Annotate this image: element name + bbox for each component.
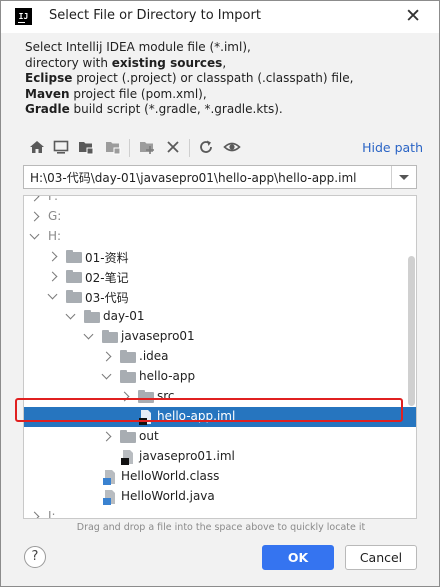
delete-icon[interactable] [163, 137, 183, 157]
description-line-4: Maven project file (pom.xml), [25, 86, 207, 101]
tree-row[interactable]: 03-代码 [24, 287, 416, 307]
chevron-down-icon[interactable] [29, 229, 40, 240]
tree-row-label: 03-代码 [85, 291, 129, 305]
hide-path-link[interactable]: Hide path [362, 140, 423, 155]
tree-row[interactable]: 01-资料 [24, 247, 416, 267]
tree-row[interactable]: HelloWorld.class [24, 467, 416, 487]
tree-row-label: H: [48, 229, 62, 243]
chevron-right-icon[interactable] [101, 351, 112, 362]
cancel-button[interactable]: Cancel [345, 545, 417, 570]
path-combobox[interactable] [23, 165, 417, 189]
folder-icon [66, 290, 82, 303]
folder-icon [120, 430, 136, 443]
description-line-3: Eclipse project (.project) or classpath … [25, 71, 354, 85]
chevron-right-icon[interactable] [29, 211, 40, 222]
chevron-right-icon[interactable] [29, 511, 40, 518]
show-hidden-icon[interactable] [222, 137, 242, 157]
tree-scrollbar[interactable] [408, 256, 415, 406]
tree-row-label: javasepro01 [121, 329, 195, 343]
intellij-logo-icon: IJ [15, 8, 32, 25]
tree-row[interactable]: day-01 [24, 307, 416, 327]
tree-row-label: HelloWorld.class [121, 469, 220, 483]
annotation-highlight-box [15, 398, 403, 422]
toolbar: Hide path [23, 137, 423, 159]
import-dialog: IJ Select File or Directory to Import ✕ … [0, 0, 440, 587]
toolbar-separator [129, 139, 130, 157]
new-folder-icon[interactable] [137, 137, 157, 157]
title-bar: IJ Select File or Directory to Import ✕ [1, 1, 439, 33]
class-file-icon [102, 469, 118, 485]
tree-row[interactable]: javasepro01 [24, 327, 416, 347]
tree-row[interactable]: out [24, 427, 416, 447]
file-tree[interactable]: I: HelloWorld.java HelloWorld.class javasep… [23, 195, 417, 519]
tree-row[interactable]: G: [24, 207, 416, 227]
refresh-icon[interactable] [196, 137, 216, 157]
toolbar-separator [189, 139, 190, 157]
tree-row-label: javasepro01.iml [139, 449, 235, 463]
tree-row[interactable]: I: [24, 507, 416, 519]
project-folder-icon[interactable] [76, 137, 96, 157]
tree-row-label: .idea [139, 349, 169, 363]
chevron-right-icon[interactable] [101, 431, 112, 442]
tree-row[interactable]: H: [24, 227, 416, 247]
chevron-down-icon[interactable] [65, 309, 76, 320]
folder-icon [66, 270, 82, 283]
dialog-title: Select File or Directory to Import [49, 8, 261, 23]
tree-row-label: I: [48, 509, 56, 519]
tree-row-label: 02-笔记 [85, 271, 129, 285]
folder-icon [120, 370, 136, 383]
tree-row-label: G: [48, 209, 62, 223]
tree-row[interactable]: HelloWorld.java [24, 487, 416, 507]
tree-row[interactable]: 02-笔记 [24, 267, 416, 287]
description-line-2: directory with existing sources, [25, 55, 227, 70]
tree-row[interactable]: javasepro01.iml [24, 447, 416, 467]
logo-text: IJ [18, 12, 29, 21]
chevron-right-icon[interactable] [47, 271, 58, 282]
tree-row-label: F: [48, 195, 59, 203]
description: Select Intellij IDEA module file (*.iml)… [25, 40, 353, 118]
ok-button[interactable]: OK [262, 545, 334, 570]
path-input[interactable] [24, 166, 392, 188]
home-icon[interactable] [27, 137, 47, 157]
folder-icon [84, 310, 100, 323]
java-file-icon [102, 489, 118, 505]
tree-row-label: hello-app [139, 369, 196, 383]
desktop-icon[interactable] [51, 137, 71, 157]
close-icon[interactable]: ✕ [405, 5, 421, 27]
tree-row-label: 01-资料 [85, 251, 129, 265]
drag-drop-hint: Drag and drop a file into the space abov… [76, 522, 366, 533]
folder-icon [102, 330, 118, 343]
tree-row-label: day-01 [103, 309, 145, 323]
tree-row[interactable]: hello-app [24, 367, 416, 387]
help-button[interactable]: ? [24, 546, 46, 568]
chevron-right-icon[interactable] [29, 196, 40, 202]
module-folder-icon[interactable] [103, 137, 123, 157]
chevron-down-icon[interactable] [101, 369, 112, 380]
description-line-1: Select Intellij IDEA module file (*.iml)… [25, 40, 251, 54]
chevron-down-icon[interactable] [391, 166, 416, 188]
description-line-5: Gradle build script (*.gradle, *.gradle.… [25, 102, 283, 116]
tree-row-label: out [139, 429, 159, 443]
tree-row[interactable]: F: [24, 195, 416, 207]
tree-row-label: HelloWorld.java [121, 489, 215, 503]
chevron-down-icon[interactable] [47, 289, 58, 300]
folder-icon [66, 250, 82, 263]
tree-row[interactable]: .idea [24, 347, 416, 367]
iml-file-icon [120, 449, 136, 465]
chevron-down-icon[interactable] [83, 329, 94, 340]
chevron-right-icon[interactable] [47, 251, 58, 262]
folder-icon [120, 350, 136, 363]
